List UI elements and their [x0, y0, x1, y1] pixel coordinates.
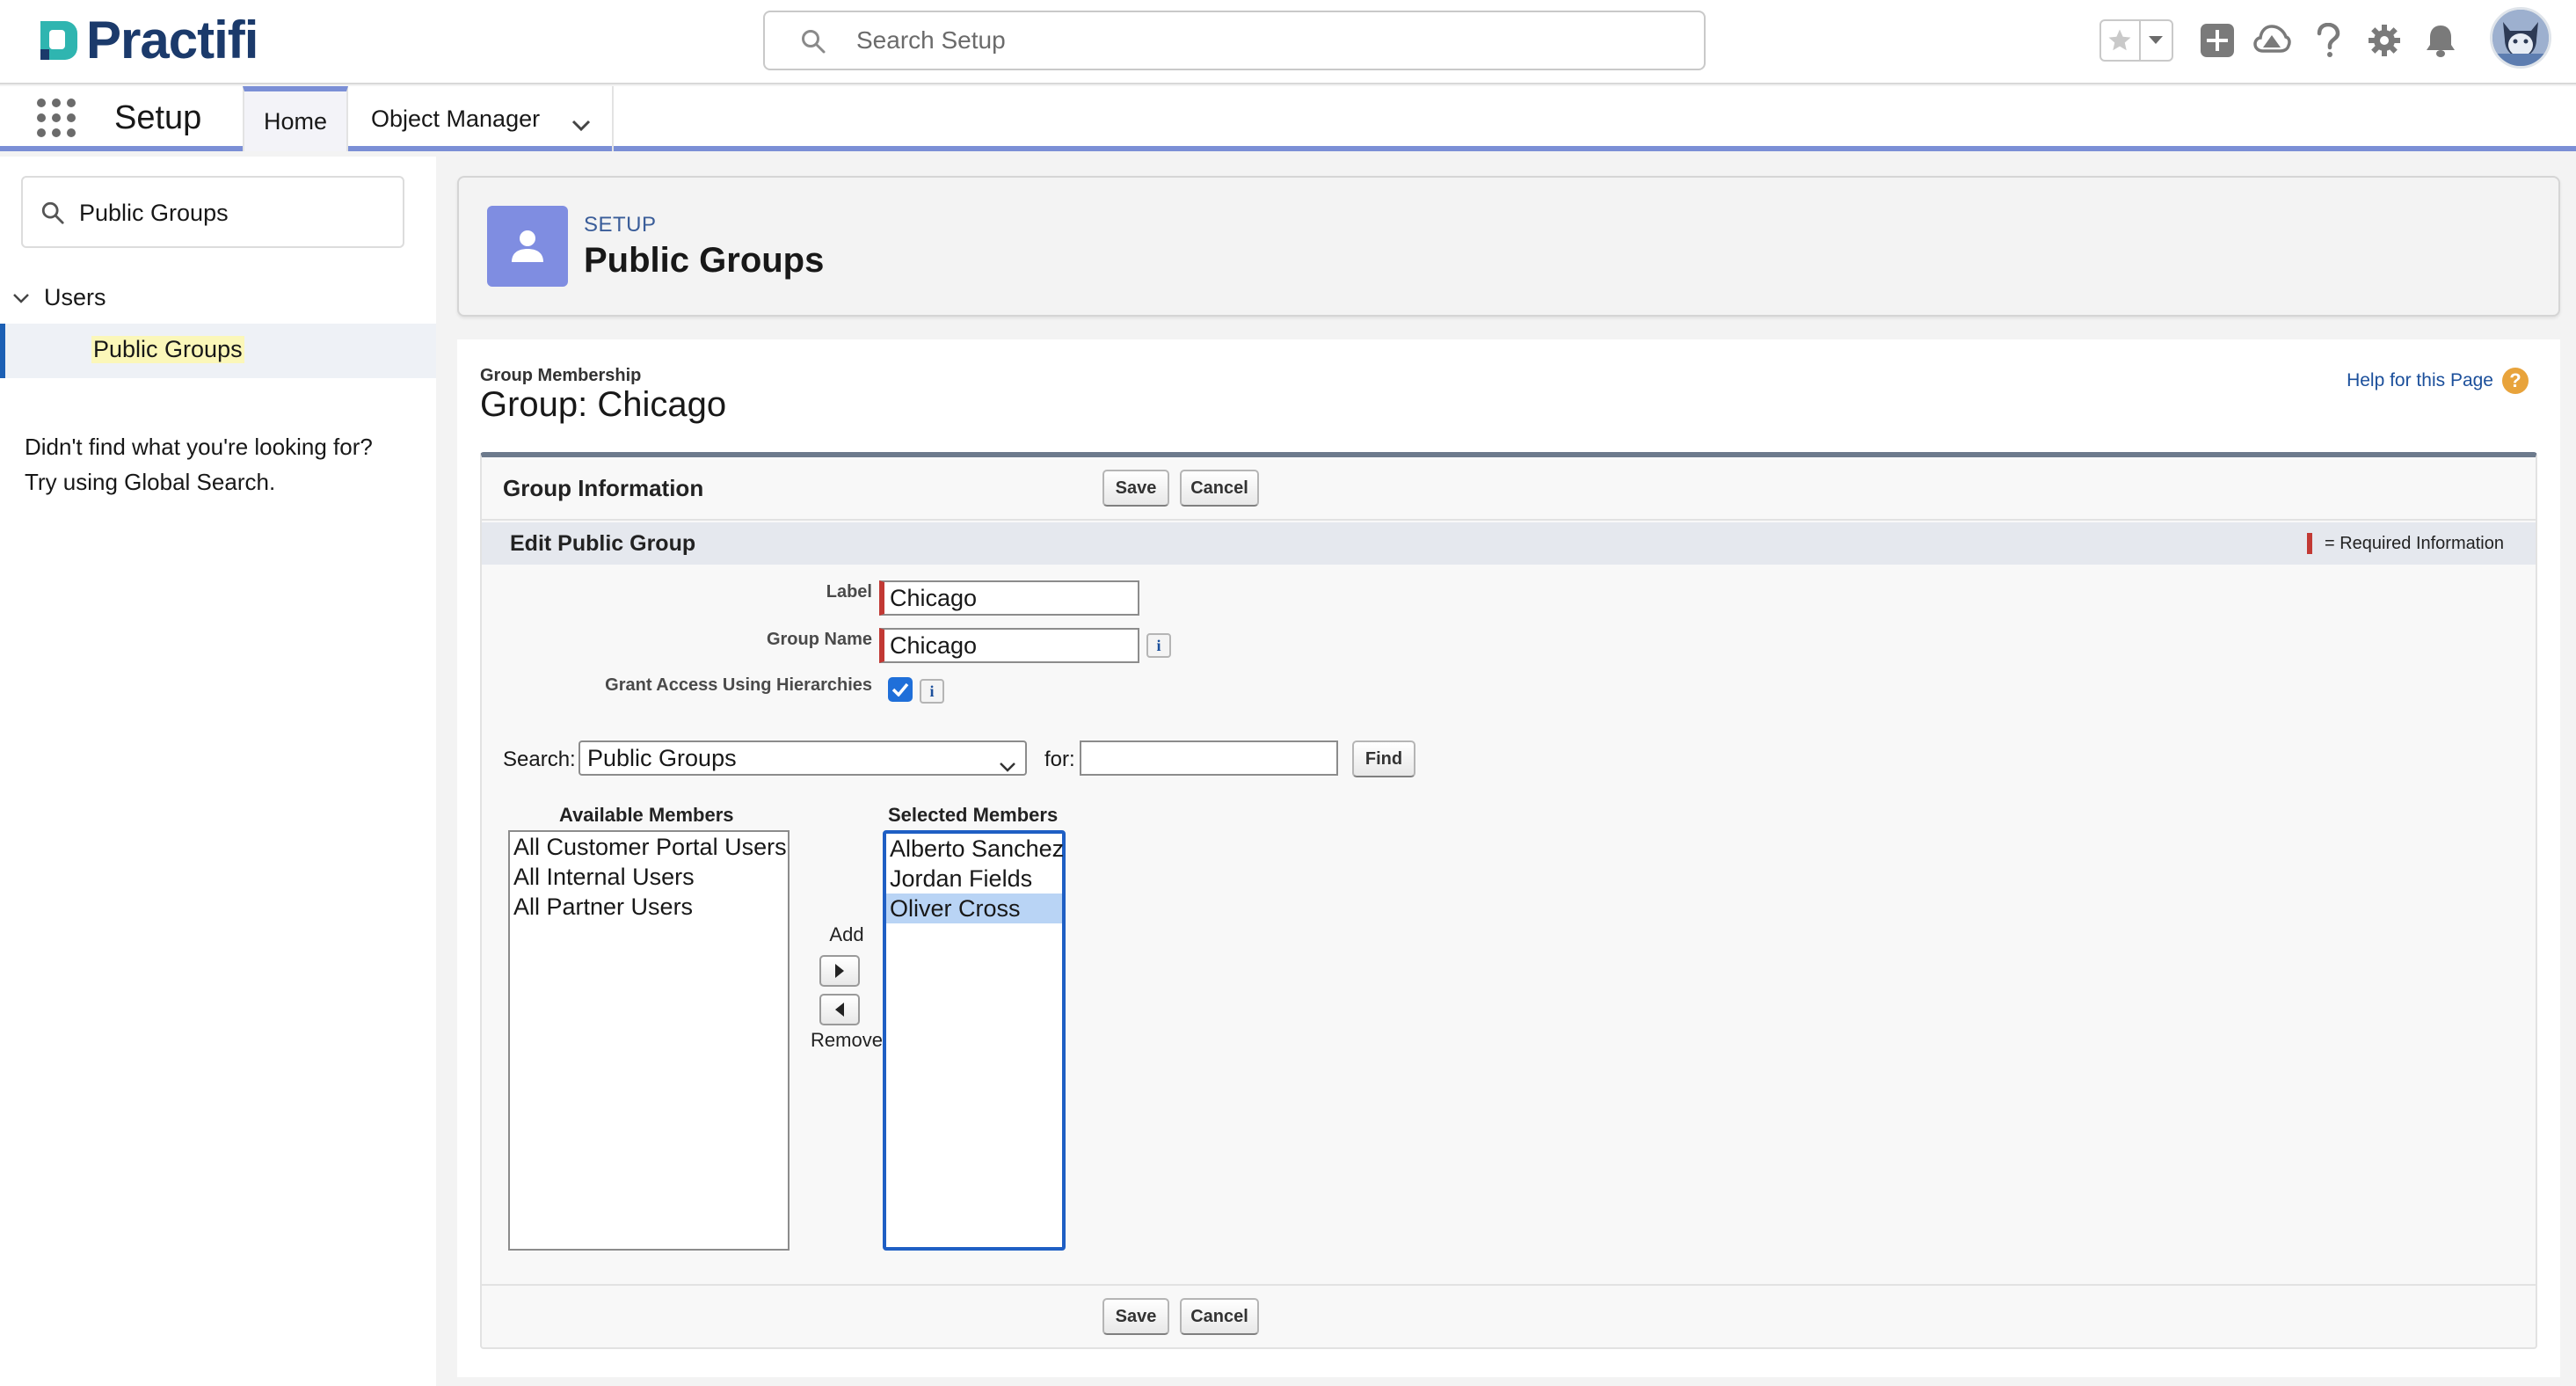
info-icon[interactable]: i [1146, 633, 1171, 658]
tab-object-manager-label: Object Manager [371, 105, 541, 132]
avatar[interactable] [2490, 7, 2551, 69]
remove-label: Remove [811, 1029, 883, 1051]
list-item[interactable]: All Customer Portal Users [510, 832, 788, 862]
app-name: Setup [114, 99, 202, 136]
group-name-field-label: Group Name [766, 630, 872, 649]
grant-access-checkbox[interactable] [888, 677, 913, 702]
chevron-down-icon [999, 753, 1016, 780]
main-content: Group Membership Group: Chicago Help for… [457, 339, 2560, 1377]
sidebar-help-text: Didn't find what you're looking for? Try… [25, 429, 420, 500]
sidebar-item-public-groups[interactable]: Public Groups [0, 324, 436, 378]
panel-title: Group Information [503, 475, 704, 501]
panel-footer: Save Cancel [482, 1284, 2536, 1347]
add-icon[interactable] [2198, 21, 2237, 60]
user-icon [487, 206, 568, 287]
global-search-input[interactable] [856, 25, 1648, 56]
search-for-input[interactable] [1080, 740, 1338, 776]
find-button[interactable]: Find [1352, 740, 1415, 777]
chevron-down-icon[interactable] [2141, 21, 2172, 60]
save-button[interactable]: Save [1102, 470, 1169, 507]
group-title: Group: Chicago [480, 385, 727, 424]
search-icon [40, 201, 65, 230]
available-members-list[interactable]: All Customer Portal Users All Internal U… [508, 830, 790, 1251]
panel-header: Group Information Save Cancel [482, 457, 2536, 521]
list-item[interactable]: Jordan Fields [886, 864, 1062, 894]
help-link-text[interactable]: Help for this Page [2347, 370, 2493, 391]
chevron-down-icon[interactable] [571, 111, 591, 138]
practifi-logo[interactable]: Practifi [35, 14, 258, 67]
global-header: Practifi [0, 0, 2576, 84]
quick-find-box[interactable] [21, 176, 404, 248]
global-search-box[interactable] [763, 11, 1706, 70]
list-item[interactable]: All Internal Users [510, 862, 788, 892]
gear-icon[interactable] [2365, 21, 2404, 60]
sidebar-item-label: Public Groups [91, 336, 244, 363]
practifi-logo-icon [35, 18, 81, 63]
save-button[interactable]: Save [1102, 1298, 1169, 1335]
search-type-selected: Public Groups [587, 744, 737, 771]
selected-members-title: Selected Members [888, 804, 1059, 826]
tab-home-label: Home [263, 107, 328, 135]
group-membership-label: Group Membership [480, 366, 642, 385]
sidebar-help-line-2: Try using Global Search. [25, 469, 276, 495]
page-header: SETUP Public Groups [457, 176, 2560, 317]
add-label: Add [829, 923, 864, 945]
trailhead-icon[interactable] [2252, 21, 2291, 60]
search-type-select[interactable]: Public Groups [579, 740, 1027, 776]
sidebar-section-users[interactable]: Users [12, 280, 106, 315]
cancel-button[interactable]: Cancel [1180, 1298, 1259, 1335]
group-name-input[interactable] [879, 628, 1139, 663]
add-arrow-button[interactable] [819, 955, 860, 987]
logo-text: Practifi [86, 11, 258, 69]
setup-sidebar: Users Public Groups Didn't find what you… [0, 157, 436, 1386]
list-item[interactable]: Alberto Sanchez [886, 834, 1064, 864]
page-kicker: SETUP [584, 213, 657, 237]
edit-section-title: Edit Public Group [510, 531, 696, 556]
app-launcher-icon[interactable] [37, 98, 76, 137]
grant-access-field-label: Grant Access Using Hierarchies [605, 675, 872, 695]
help-icon[interactable] [2309, 21, 2347, 60]
for-label: for: [1044, 748, 1075, 771]
tab-home[interactable]: Home [243, 86, 348, 151]
bell-icon[interactable] [2421, 21, 2460, 60]
cancel-button[interactable]: Cancel [1180, 470, 1259, 507]
sidebar-help-line-1: Didn't find what you're looking for? [25, 434, 373, 460]
group-information-panel: Group Information Save Cancel Edit Publi… [480, 452, 2537, 1349]
setup-nav-bar: Setup Home Object Manager [0, 86, 2576, 151]
sidebar-section-label: Users [44, 283, 106, 310]
page-title: Public Groups [584, 241, 825, 280]
search-icon [800, 28, 826, 59]
help-icon[interactable]: ? [2502, 368, 2529, 394]
required-legend: = Required Information [2306, 533, 2504, 554]
remove-arrow-button[interactable] [819, 994, 860, 1025]
available-members-title: Available Members [559, 804, 734, 826]
edit-public-group-header: Edit Public Group = Required Information [482, 522, 2536, 565]
label-input[interactable] [879, 580, 1139, 616]
favorites-group[interactable] [2099, 19, 2173, 62]
star-icon[interactable] [2101, 21, 2141, 60]
search-label: Search: [503, 748, 576, 771]
info-icon[interactable]: i [920, 679, 944, 704]
required-legend-text: = Required Information [2324, 533, 2504, 553]
list-item[interactable]: All Partner Users [510, 892, 788, 922]
list-item-selected[interactable]: Oliver Cross [886, 894, 1062, 923]
help-for-page-link[interactable]: Help for this Page ? [2347, 368, 2529, 394]
required-marker [2306, 533, 2312, 554]
selected-members-list[interactable]: Alberto Sanchez Jordan Fields Oliver Cro… [883, 830, 1066, 1251]
tab-object-manager[interactable]: Object Manager [350, 86, 614, 151]
label-field-label: Label [826, 582, 872, 602]
chevron-down-icon[interactable] [12, 284, 30, 311]
quick-find-input[interactable] [79, 197, 387, 229]
